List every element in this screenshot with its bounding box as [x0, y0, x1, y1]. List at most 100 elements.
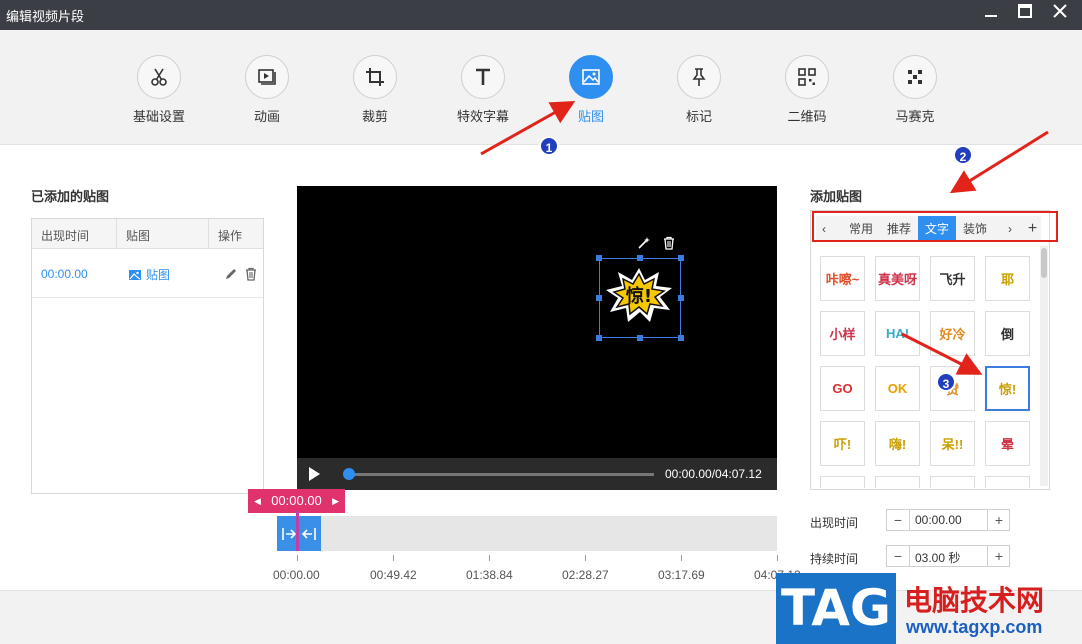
sticker-item[interactable]: 好冷 — [930, 311, 975, 356]
minus-icon[interactable]: − — [887, 510, 909, 530]
sticker-item[interactable] — [985, 476, 1030, 488]
library-scrollbar[interactable] — [1040, 246, 1048, 486]
resize-handle[interactable] — [678, 295, 684, 301]
resize-handle[interactable] — [637, 335, 643, 341]
play-frame-icon — [245, 55, 289, 99]
sticker-item[interactable]: OK — [875, 366, 920, 411]
tick-label: 02:28.27 — [562, 568, 609, 582]
tick-label: 00:49.42 — [370, 568, 417, 582]
svg-text:惊!: 惊! — [626, 285, 652, 307]
row-sticker[interactable]: 贴图 — [128, 266, 170, 283]
edit-icon[interactable] — [224, 267, 238, 281]
crop-icon — [353, 55, 397, 99]
timeline-track[interactable] — [277, 516, 777, 551]
play-icon[interactable] — [303, 464, 325, 484]
duration-stepper[interactable]: − 03.00 秒 + — [886, 545, 1010, 567]
resize-handle[interactable] — [678, 335, 684, 341]
sticker-item[interactable]: 晕 — [985, 421, 1030, 466]
add-sticker-title: 添加贴图 — [810, 189, 863, 204]
sticker-item[interactable] — [820, 476, 865, 488]
appear-time-value[interactable]: 00:00.00 — [915, 513, 962, 527]
tick-mark — [489, 555, 490, 561]
tick-mark — [585, 555, 586, 561]
image-icon — [129, 269, 141, 280]
tool-label: 基础设置 — [132, 109, 185, 124]
sticker-item[interactable]: GO — [820, 366, 865, 411]
minimize-icon[interactable] — [980, 4, 1002, 24]
video-preview[interactable]: 00:00.00/04:07.12 — [297, 186, 777, 490]
sticker-item[interactable]: 耶 — [985, 256, 1030, 301]
pin-icon — [677, 55, 721, 99]
progress-track[interactable] — [349, 473, 654, 476]
sticker-item[interactable]: 小样 — [820, 311, 865, 356]
column-header: 贴图 — [126, 229, 151, 243]
divider — [208, 219, 209, 249]
watermark-url: www.tagxp.com — [906, 617, 1043, 637]
tick-label: 00:00.00 — [273, 568, 320, 582]
resize-handle[interactable] — [596, 295, 602, 301]
sticker-item[interactable] — [930, 476, 975, 488]
caret-right-icon: ▶ — [332, 496, 339, 506]
sticker-item[interactable]: 倒 — [985, 311, 1030, 356]
resize-handle[interactable] — [596, 255, 602, 261]
divider — [116, 219, 117, 249]
appear-time-label: 出现时间 — [810, 516, 859, 530]
appear-time-stepper[interactable]: − 00:00.00 + — [886, 509, 1010, 531]
delete-icon[interactable] — [244, 267, 258, 281]
timeline-cursor[interactable] — [296, 511, 299, 551]
tool-label: 贴图 — [577, 109, 604, 124]
tool-mosaic[interactable]: 马赛克 — [870, 55, 960, 125]
divider — [909, 510, 910, 530]
tool-crop[interactable]: 裁剪 — [330, 55, 420, 125]
step-badge-3: 3 — [936, 372, 956, 392]
tool-basic-settings[interactable]: 基础设置 — [114, 55, 204, 125]
tool-sticker[interactable]: 贴图 — [546, 55, 636, 125]
maximize-icon[interactable] — [1014, 4, 1036, 24]
tick-label: 03:17.69 — [658, 568, 705, 582]
image-icon — [569, 55, 613, 99]
sticker-item[interactable]: 飞升 — [930, 256, 975, 301]
tool-label: 标记 — [685, 109, 712, 124]
sticker-item[interactable]: HA! — [875, 311, 920, 356]
tool-label: 动画 — [253, 109, 280, 124]
caret-left-icon: ◀ — [254, 496, 261, 506]
close-icon[interactable] — [1049, 4, 1071, 24]
row-time: 00:00.00 — [41, 267, 88, 281]
resize-handle[interactable] — [678, 255, 684, 261]
resize-handle[interactable] — [596, 335, 602, 341]
player-time: 00:00.00/04:07.12 — [665, 467, 762, 481]
plus-icon[interactable]: + — [988, 510, 1010, 530]
sticker-item[interactable]: 嗨! — [875, 421, 920, 466]
duration-value[interactable]: 03.00 秒 — [915, 549, 960, 566]
plus-icon[interactable]: + — [988, 546, 1010, 566]
magic-wand-icon[interactable] — [637, 236, 651, 250]
delete-icon[interactable] — [662, 236, 676, 250]
minus-icon[interactable]: − — [887, 546, 909, 566]
sticker-clip[interactable] — [277, 516, 321, 551]
timeline-current-time[interactable]: ◀ 00:00.00 ▶ — [248, 489, 345, 513]
tool-qrcode[interactable]: 二维码 — [762, 55, 852, 125]
library-scroll-thumb[interactable] — [1041, 248, 1047, 278]
sticker-item[interactable]: 呆!! — [930, 421, 975, 466]
tool-animation[interactable]: 动画 — [222, 55, 312, 125]
progress-knob[interactable] — [343, 468, 355, 480]
added-stickers-table: 出现时间 贴图 操作 00:00.00 贴图 — [31, 218, 264, 494]
sticker-item[interactable] — [875, 476, 920, 488]
scissors-icon — [137, 55, 181, 99]
divider — [909, 546, 910, 566]
qrcode-icon — [785, 55, 829, 99]
tool-label: 马赛克 — [895, 109, 935, 124]
sticker-item[interactable]: 咔嚓~ — [820, 256, 865, 301]
title-bar: 编辑视频片段 — [0, 0, 1082, 30]
sticker-item[interactable]: 真美呀 — [875, 256, 920, 301]
table-row[interactable]: 00:00.00 贴图 — [32, 250, 263, 298]
tool-special-subtitle[interactable]: 特效字幕 — [438, 55, 528, 125]
tool-label: 特效字幕 — [456, 109, 509, 124]
tool-marker[interactable]: 标记 — [654, 55, 744, 125]
player-controls: 00:00.00/04:07.12 — [297, 458, 777, 490]
site-watermark: TAG 电脑技术网 www.tagxp.com — [776, 573, 1082, 644]
tick-label: 01:38.84 — [466, 568, 513, 582]
resize-handle[interactable] — [637, 255, 643, 261]
sticker-item[interactable]: 吓! — [820, 421, 865, 466]
sticker-item-selected[interactable]: 惊! — [985, 366, 1030, 411]
